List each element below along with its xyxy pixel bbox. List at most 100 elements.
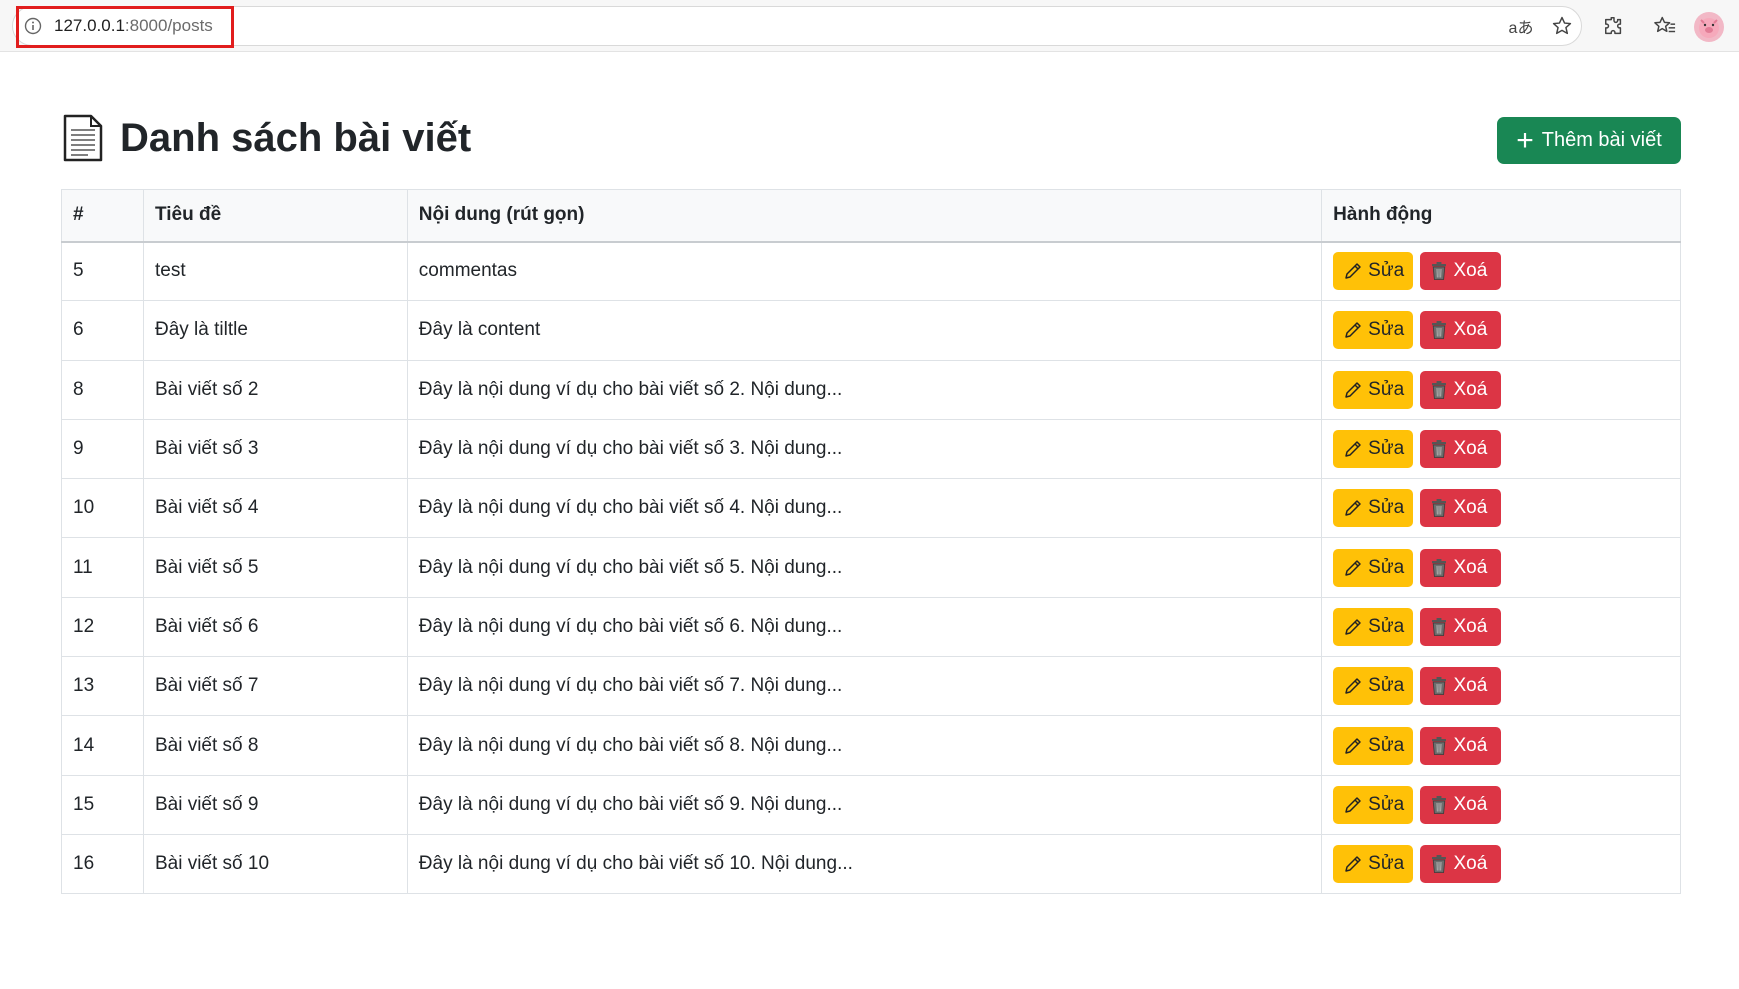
table-row: 12 Bài viết số 6 Đây là nội dung ví dụ cho… [61,596,1681,658]
edit-button[interactable]: Sửa [1333,370,1414,409]
post-id: 13 [61,656,144,717]
post-actions: Sửa Xoá [1321,656,1681,717]
table-body: 5 test commentas Sửa Xoá 6 Đây là tiltle Đây l… [61,240,1681,895]
delete-button[interactable]: Xoá [1420,489,1502,528]
edit-label: Sửa [1368,438,1405,460]
pencil-icon [1345,381,1361,398]
post-actions: Sửa Xoá [1321,478,1681,539]
table-row: 8 Bài viết số 2 Đây là nội dung ví dụ cho … [61,359,1681,420]
edit-button[interactable]: Sửa [1333,252,1414,291]
trash-icon [1432,736,1447,755]
delete-label: Xoá [1453,853,1488,875]
delete-button[interactable]: Xoá [1420,370,1502,409]
post-id: 6 [61,300,144,361]
post-id: 15 [61,774,144,835]
page-title: Danh sách bài viết [120,116,472,160]
delete-button[interactable]: Xoá [1420,785,1502,824]
delete-label: Xoá [1453,556,1488,578]
table-row: 15 Bài viết số 9 Đây là nội dung ví dụ cho… [61,774,1681,835]
pencil-icon [1345,856,1361,872]
post-id: 14 [61,715,144,776]
post-id: 12 [61,596,144,658]
delete-button[interactable]: Xoá [1420,607,1502,646]
edit-button[interactable]: Sửa [1333,667,1414,706]
post-content: Đây là nội dung ví dụ cho bài viết số 6.… [406,596,1323,658]
post-title: test [142,240,408,302]
table-row: 10 Bài viết số 4 Đây là nội dung ví dụ cho… [61,478,1681,539]
post-content: Đây là nội dung ví dụ cho bài viết số 3.… [406,418,1323,480]
post-content: commentas [406,240,1323,302]
post-content: Đây là nội dung ví dụ cho bài viết số 10… [406,833,1323,895]
trash-icon [1432,321,1447,340]
page-header: Danh sách bài viết [62,112,471,164]
edit-label: Sửa [1368,319,1405,341]
table-row: 6 Đây là tiltle Đây là content Sửa Xoá [61,300,1681,361]
post-actions: Sửa Xoá [1321,300,1681,361]
pencil-icon [1345,263,1361,280]
document-icon [63,114,103,162]
post-id: 5 [61,240,144,302]
delete-label: Xoá [1453,438,1488,460]
extensions-icon[interactable] [1601,13,1627,39]
post-content: Đây là nội dung ví dụ cho bài viết số 2.… [406,359,1323,420]
post-actions: Sửa Xoá [1321,715,1681,776]
delete-button[interactable]: Xoá [1420,845,1502,884]
trash-icon [1432,262,1447,281]
pencil-icon [1345,797,1361,813]
delete-button[interactable]: Xoá [1420,430,1502,469]
edit-label: Sửa [1368,734,1405,756]
add-post-button[interactable]: + Thêm bài viết [1497,117,1681,164]
table-row: 5 test commentas Sửa Xoá [61,240,1681,302]
post-actions: Sửa Xoá [1321,537,1681,598]
delete-label: Xoá [1453,319,1488,341]
edit-button[interactable]: Sửa [1333,845,1414,884]
edit-button[interactable]: Sửa [1333,726,1414,765]
delete-button[interactable]: Xoá [1420,252,1502,291]
trash-icon [1432,558,1447,577]
edit-button[interactable]: Sửa [1333,548,1414,587]
edit-button[interactable]: Sửa [1333,311,1414,350]
post-content: Đây là nội dung ví dụ cho bài viết số 8.… [406,715,1323,776]
post-title: Bài viết số 5 [142,537,408,598]
translate-icon[interactable]: aあ [1508,13,1534,39]
pig-avatar-icon [1699,18,1719,38]
pencil-icon [1345,619,1361,635]
post-title: Đây là tiltle [142,300,408,361]
delete-label: Xoá [1453,734,1488,756]
delete-button[interactable]: Xoá [1420,667,1502,706]
trash-icon [1432,677,1447,696]
post-content: Đây là content [406,300,1323,361]
post-title: Bài viết số 2 [142,359,408,420]
table-row: 14 Bài viết số 8 Đây là nội dung ví dụ cho… [61,715,1681,776]
delete-button[interactable]: Xoá [1420,726,1502,765]
edit-button[interactable]: Sửa [1333,430,1414,469]
delete-label: Xoá [1453,615,1488,637]
post-id: 11 [61,537,144,598]
edit-label: Sửa [1368,260,1405,282]
table-row: 13 Bài viết số 7 Đây là nội dung ví dụ cho… [61,656,1681,717]
table-row: 16 Bài viết số 10 Đây là nội dung ví dụ ch… [61,833,1681,895]
trash-icon [1432,380,1447,399]
url-highlight-box [16,6,234,48]
post-actions: Sửa Xoá [1321,240,1681,302]
edit-label: Sửa [1368,615,1405,637]
star-icon[interactable] [1549,13,1575,39]
edit-button[interactable]: Sửa [1333,607,1414,646]
profile-avatar[interactable] [1694,12,1724,42]
address-bar[interactable] [12,6,1582,46]
pencil-icon [1345,322,1361,339]
pencil-icon [1345,500,1361,517]
post-title: Bài viết số 8 [142,715,408,776]
post-id: 8 [61,359,144,420]
favorites-icon[interactable] [1652,13,1678,39]
post-title: Bài viết số 4 [142,478,408,539]
edit-button[interactable]: Sửa [1333,489,1414,528]
post-content: Đây là nội dung ví dụ cho bài viết số 9.… [406,774,1323,835]
post-actions: Sửa Xoá [1321,833,1681,895]
delete-button[interactable]: Xoá [1420,548,1502,587]
edit-button[interactable]: Sửa [1333,785,1414,824]
trash-icon [1432,499,1447,518]
post-id: 9 [61,418,144,480]
delete-button[interactable]: Xoá [1420,311,1502,350]
edit-label: Sửa [1368,497,1405,519]
